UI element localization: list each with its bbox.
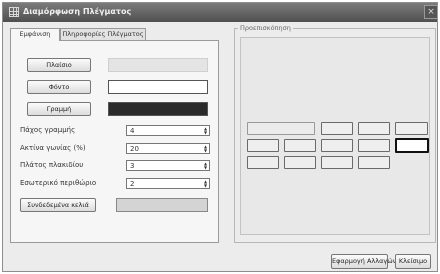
spin-arrows-icon[interactable]: ▲ ▼: [203, 145, 208, 153]
close-button[interactable]: Κλείσιμο: [395, 254, 431, 269]
cell-width-stepper[interactable]: 3 ▲ ▼: [126, 160, 210, 171]
linked-cells-swatch[interactable]: [116, 198, 208, 212]
apply-changes-button[interactable]: Εφαρμογή Αλλαγών: [331, 254, 396, 269]
corner-radius-value: 20: [130, 145, 139, 153]
line-color-button[interactable]: Γραμμή: [27, 102, 91, 116]
preview-cell-merged[interactable]: [247, 122, 315, 135]
linked-cells-button[interactable]: Συνδεδεμένα κελιά: [20, 198, 96, 212]
padding-stepper[interactable]: 2 ▲ ▼: [126, 178, 210, 189]
preview-cell[interactable]: [321, 139, 353, 152]
preview-cell[interactable]: [358, 122, 390, 135]
cell-width-value: 3: [130, 162, 135, 170]
preview-canvas: [240, 37, 430, 235]
preview-cell[interactable]: [321, 122, 353, 135]
cell-width-label: Πλάτος πλακιδίου: [20, 161, 84, 169]
line-width-stepper[interactable]: 4 ▲ ▼: [126, 125, 210, 136]
corner-radius-stepper[interactable]: 20 ▲ ▼: [126, 143, 210, 154]
spin-arrows-icon[interactable]: ▲ ▼: [203, 180, 208, 188]
background-color-swatch[interactable]: [108, 80, 208, 94]
preview-cell[interactable]: [247, 139, 279, 152]
preview-legend: Προεπισκόπηση: [238, 24, 293, 32]
spin-arrows-icon[interactable]: ▲ ▼: [203, 162, 208, 170]
preview-cell[interactable]: [395, 122, 428, 135]
tab-appearance[interactable]: Εμφάνιση: [10, 28, 60, 41]
close-icon[interactable]: ×: [424, 5, 438, 19]
line-width-value: 4: [130, 127, 135, 135]
spin-arrows-icon[interactable]: ▲ ▼: [203, 127, 208, 135]
background-color-button[interactable]: Φόντο: [27, 80, 91, 94]
line-width-label: Πάχος γραμμής: [20, 126, 76, 134]
line-color-swatch[interactable]: [108, 102, 208, 116]
padding-label: Εσωτερικό περιθώριο: [20, 179, 97, 187]
corner-radius-label: Ακτίνα γωνίας (%): [20, 144, 86, 152]
title-bar[interactable]: Διαμόρφωση Πλέγματος ×: [3, 3, 438, 22]
preview-cell[interactable]: [321, 156, 353, 169]
frame-color-swatch[interactable]: [108, 58, 208, 72]
preview-cell[interactable]: [358, 156, 390, 169]
frame-color-button[interactable]: Πλαίσιο: [27, 58, 91, 72]
tab-grid-info[interactable]: Πληροφορίες Πλέγματος: [60, 28, 146, 40]
preview-cell[interactable]: [358, 139, 390, 152]
grid-icon: [9, 7, 19, 17]
window-title: Διαμόρφωση Πλέγματος: [23, 7, 132, 16]
preview-cell[interactable]: [284, 139, 316, 152]
preview-cell[interactable]: [247, 156, 279, 169]
padding-value: 2: [130, 180, 135, 188]
preview-cell[interactable]: [284, 156, 316, 169]
preview-cell-selected[interactable]: [395, 138, 429, 153]
